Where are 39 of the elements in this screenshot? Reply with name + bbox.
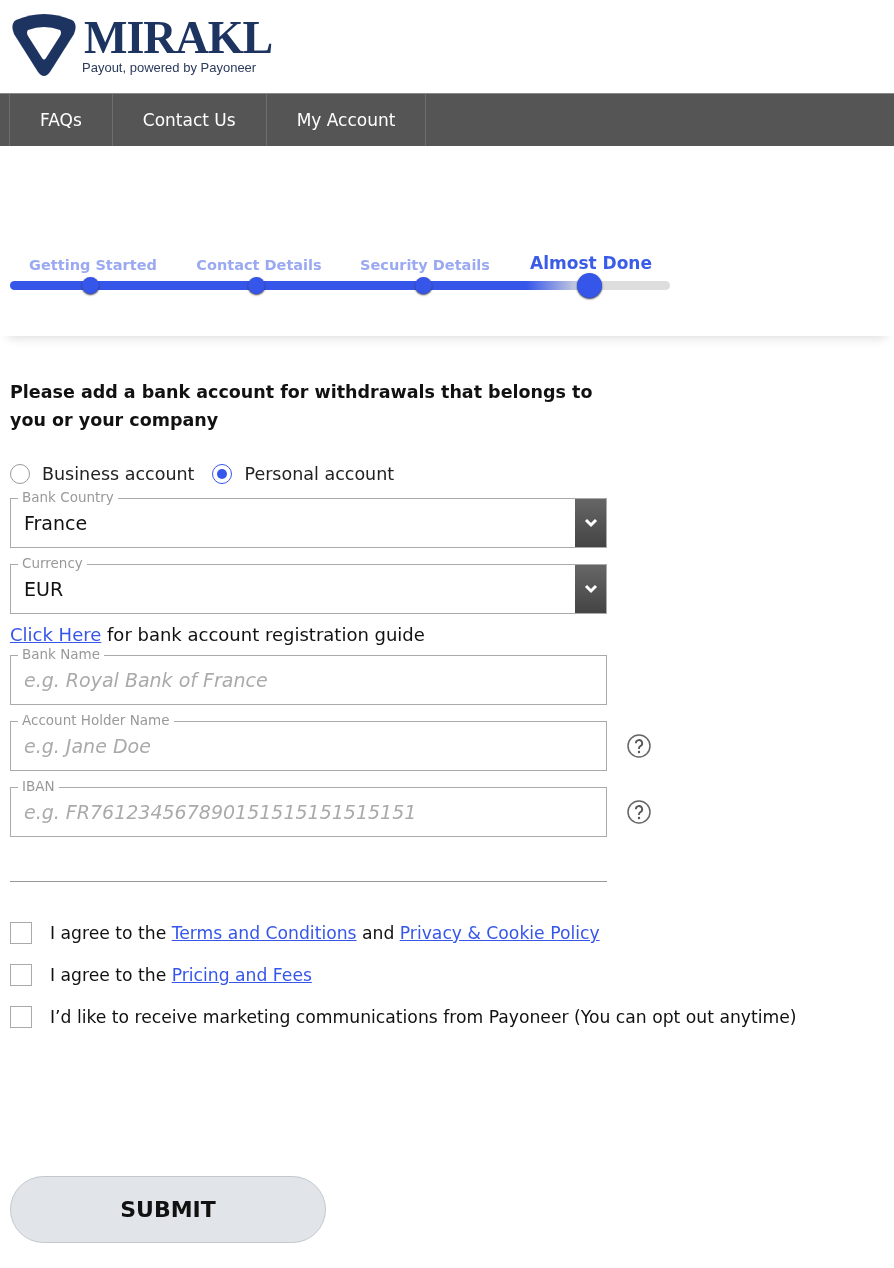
agreement-text: I agree to the Terms and Conditions and Privacy & Cookie Policy [50,923,600,943]
nav-link[interactable]: Contact Us [111,94,266,146]
help-icon[interactable] [627,734,651,758]
link[interactable]: Privacy & Cookie Policy [399,923,600,943]
chevron-down-icon [583,518,598,528]
field-value: EUR [24,578,64,600]
step-dot [81,277,99,294]
step-dot [576,273,602,298]
submit-button[interactable]: SUBMIT [10,1176,326,1243]
checkbox[interactable] [10,964,32,986]
field-label: IBAN [18,778,59,794]
link[interactable]: Click Here [10,624,102,645]
link[interactable]: Pricing and Fees [171,965,312,985]
field-value: France [24,512,88,534]
guide-note: Click Here for bank account registration guide [10,624,426,645]
link[interactable]: Terms and Conditions [171,923,357,943]
field-label: Bank Country [18,489,118,505]
step-dot [414,277,432,294]
form-heading: Please add a bank account for withdrawals that belongs to you or your company [10,381,594,432]
checkbox[interactable] [10,1006,32,1028]
radio-label[interactable]: Business account [42,464,195,484]
step-label: Contact Details [196,257,322,273]
step-label: Security Details [360,257,490,273]
chevron-down-icon [583,584,598,594]
step-label: Almost Done [530,252,652,273]
field-label: Account Holder Name [18,712,174,728]
agreement-text: I agree to the Pricing and Fees [50,965,312,985]
checkbox[interactable] [10,922,32,944]
help-icon[interactable] [627,800,651,824]
brand-name: MIRAKL [84,16,273,60]
nav-link[interactable]: FAQs [9,94,112,146]
field-label: Currency [18,555,87,571]
step-dot [247,277,265,294]
nav-link[interactable]: My Account [265,94,427,146]
field-label: Bank Name [18,646,105,662]
agreement-text: I’d like to receive marketing communications from Payoneer (You can opt out anytime) [50,1007,797,1027]
step-label: Getting Started [29,257,157,273]
brand-tagline: Payout, powered by Payoneer [82,60,258,75]
radio-label[interactable]: Personal account [244,464,395,484]
